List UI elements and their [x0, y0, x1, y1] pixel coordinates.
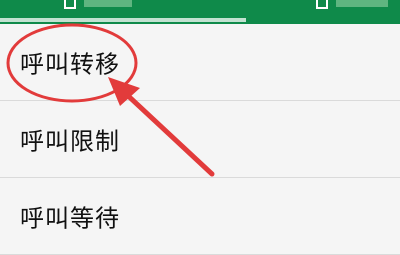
list-item-call-waiting[interactable]: 呼叫等待 — [0, 178, 400, 255]
active-tab-indicator — [0, 18, 246, 22]
list-item-label: 呼叫转移 — [20, 50, 120, 79]
list-item-call-barring[interactable]: 呼叫限制 — [0, 101, 400, 178]
list-item-call-forwarding[interactable]: 呼叫转移 — [0, 24, 400, 101]
call-settings-list: 呼叫转移 呼叫限制 呼叫等待 — [0, 24, 400, 255]
top-tab-bar — [0, 0, 400, 24]
list-item-label: 呼叫限制 — [20, 127, 120, 156]
tab-label-right-obscured[interactable] — [336, 0, 388, 7]
tab-icon-left[interactable] — [64, 0, 76, 9]
tab-icon-right[interactable] — [316, 0, 328, 9]
list-item-label: 呼叫等待 — [20, 204, 120, 233]
tab-label-left-obscured[interactable] — [84, 0, 132, 7]
